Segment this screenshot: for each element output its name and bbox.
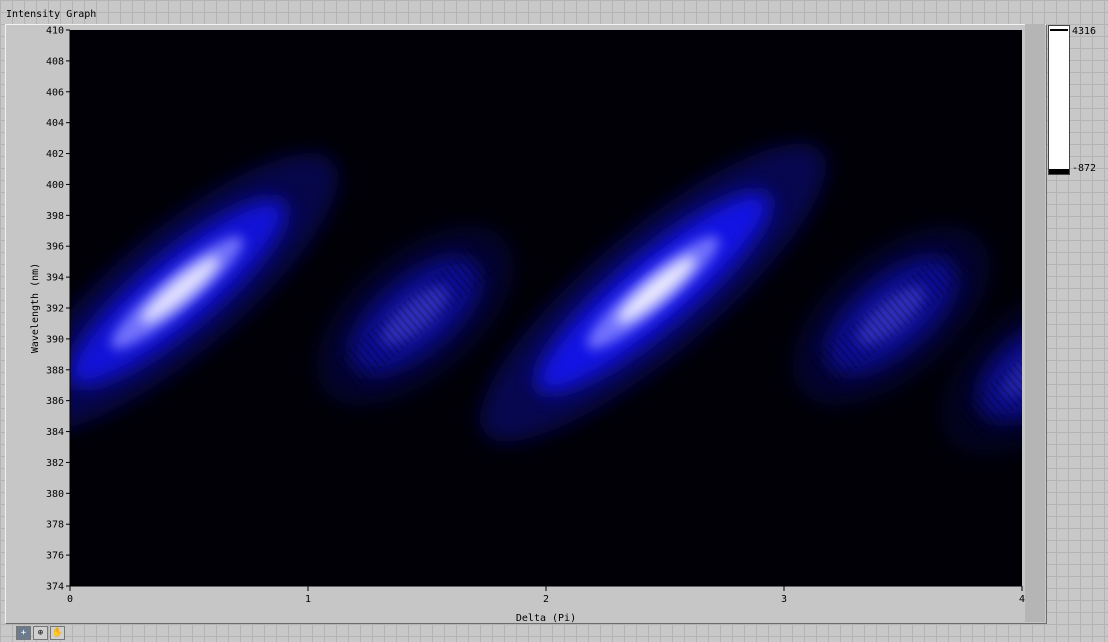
- x-tick-label: 2: [543, 594, 549, 605]
- graph-palette: + ⊕ ✋: [16, 626, 67, 642]
- color-scale-max-marker: [1050, 29, 1068, 31]
- y-tick-label: 388: [46, 365, 64, 376]
- y-axis: 374 376 378 380 382 384 386 388 390 392 394 396 398 4…: [46, 26, 71, 593]
- y-tick-label: 374: [46, 582, 64, 593]
- y-tick-label: 408: [46, 56, 64, 67]
- y-tick-label: 400: [46, 180, 64, 191]
- y-tick-label: 392: [46, 304, 64, 315]
- x-tick-label: 0: [67, 594, 73, 605]
- y-tick-label: 384: [46, 427, 64, 438]
- y-tick-label: 380: [46, 489, 64, 500]
- y-tick-label: 376: [46, 551, 64, 562]
- intensity-chart: 01234 3743763783803823843863883903923943…: [30, 26, 1025, 625]
- x-axis: 0 1 2 3 4: [67, 585, 1025, 605]
- y-tick-label: 402: [46, 149, 64, 160]
- y-tick-label: 410: [46, 26, 64, 37]
- color-scale[interactable]: [1048, 25, 1070, 175]
- x-tick-label: 3: [781, 594, 787, 605]
- zoom-tool-icon[interactable]: ⊕: [33, 626, 48, 640]
- y-axis-label: Wavelength (nm): [30, 263, 41, 353]
- y-tick-label: 404: [46, 118, 64, 129]
- pan-tool-icon[interactable]: ✋: [50, 626, 65, 640]
- y-tick-label: 386: [46, 396, 64, 407]
- y-tick-label: 406: [46, 87, 64, 98]
- y-tick-label: 390: [46, 334, 64, 345]
- color-scale-min[interactable]: -872: [1072, 163, 1096, 174]
- y-tick-label: 398: [46, 211, 64, 222]
- color-scale-max[interactable]: 4316: [1072, 26, 1096, 37]
- y-tick-label: 378: [46, 520, 64, 531]
- color-scale-min-marker: [1049, 169, 1069, 174]
- x-axis-label: Delta (Pi): [516, 613, 576, 624]
- y-tick-label: 396: [46, 242, 64, 253]
- x-tick-label: 4: [1019, 594, 1025, 605]
- x-tick-label: 1: [305, 594, 311, 605]
- y-tick-label: 394: [46, 273, 64, 284]
- y-tick-label: 382: [46, 458, 64, 469]
- cursor-tool-icon[interactable]: +: [16, 626, 31, 640]
